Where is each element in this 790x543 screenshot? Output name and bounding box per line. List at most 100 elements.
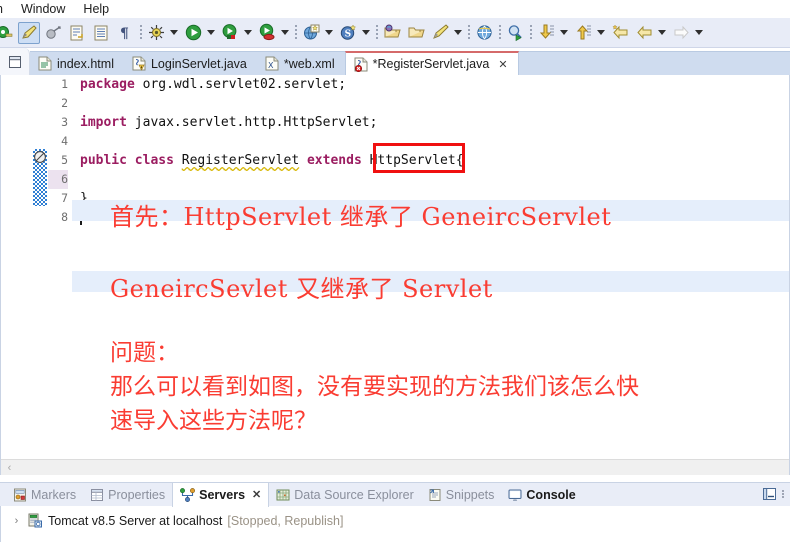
toolbar-group-run [144,18,292,47]
bottom-tab-properties[interactable]: Properties [83,483,172,507]
open-folder-icon[interactable] [405,22,427,44]
editor-tab-index-html[interactable]: index.html [30,52,124,75]
server-state: [Stopped, Republish] [227,513,344,528]
error-marker-icon[interactable] [33,150,47,164]
annotation-line-3: 问题： [110,340,179,366]
arrow-left-star-icon[interactable] [609,22,631,44]
bottom-tab-close-icon[interactable]: ✕ [252,488,261,501]
run-as-server-dropdown-arrow[interactable] [242,22,253,44]
new-web-project-dropdown-arrow[interactable] [323,22,334,44]
snippets-icon [429,488,441,501]
server-tree-row[interactable]: › Tomcat v8.5 Server at localhost [Stopp… [11,513,343,528]
line-number: 1 [61,77,68,91]
bottom-tab-markers[interactable]: Markers [6,483,83,507]
editor-tab-label: *web.xml [283,56,335,71]
minimize-button[interactable] [762,487,777,504]
code-editor: 1 2 3 4 5 6 7 8 package org.wdl.servlet0… [0,75,790,475]
run-icon[interactable] [182,22,204,44]
editor-tab-web-xml[interactable]: X *web.xml [256,52,345,75]
back-icon[interactable] [633,22,655,44]
bottom-tab-snippets[interactable]: Snippets [421,483,502,507]
menu-item-window[interactable]: Window [12,0,74,18]
annotation-line-1: 首先：HttpServlet 继承了 GeneircServlet [110,203,612,231]
toolbar-separator-3 [373,22,380,44]
debug-icon[interactable] [145,22,167,44]
toolbar-group-editor: ¶ [0,18,137,47]
forward-dropdown-arrow[interactable] [693,22,704,44]
servers-tree[interactable]: › Tomcat v8.5 Server at localhost [Stopp… [0,506,790,542]
open-browser-icon[interactable] [473,22,495,44]
editor-horizontal-scrollbar[interactable]: ‹ [1,459,789,475]
open-package-icon[interactable] [381,22,403,44]
restore-icon [8,55,21,68]
data-source-icon [276,489,290,500]
editor-tab-label: LoginServlet.java [150,56,247,71]
run-dropdown-arrow[interactable] [205,22,216,44]
next-edit-dropdown-arrow[interactable] [595,22,606,44]
new-web-project-icon[interactable] [300,22,322,44]
code-line: package org.wdl.servlet02.servlet; [80,77,347,92]
bottom-tab-label: Servers [199,487,246,502]
editor-tab-close-icon[interactable]: ✕ [498,58,507,71]
run-as-server-icon[interactable] [219,22,241,44]
annotation-line-5: 速导入这些方法呢？ [110,408,317,434]
toggle-block-selection-icon[interactable] [90,22,112,44]
bottom-tab-label: Properties [108,487,166,502]
view-menu-button[interactable] [780,487,786,504]
line-number-ruler: 1 2 3 4 5 6 7 8 [48,75,72,475]
console-icon [508,489,522,501]
bottom-tab-console[interactable]: Console [501,483,582,507]
editor-left-margin [1,75,32,475]
show-whitespace-icon[interactable]: ¶ [114,22,136,44]
restore-view-button[interactable] [0,48,30,75]
annotation-ruler[interactable] [32,75,48,475]
new-java-class-dropdown-arrow[interactable] [452,22,463,44]
toolbar-separator-5 [496,22,503,44]
line-number: 7 [61,191,68,205]
new-spring-icon[interactable]: S [337,22,359,44]
markers-icon [14,488,26,501]
menu-item-help[interactable]: Help [74,0,118,18]
bottom-tab-label: Data Source Explorer [294,487,414,502]
search-icon[interactable] [504,22,526,44]
debug-dropdown-arrow[interactable] [168,22,179,44]
svg-text:¶: ¶ [120,26,129,42]
new-spring-dropdown-arrow[interactable] [360,22,371,44]
line-number: 3 [61,115,68,129]
bottom-view-panel: Markers Properties Servers ✕ Data Source… [0,481,790,543]
annotation-line-2: GeneircSevlet 又继承了 Servlet [110,275,493,303]
bottom-tab-servers[interactable]: Servers ✕ [172,481,270,507]
edit-highlight-icon[interactable] [18,21,40,44]
bottom-tab-label: Snippets [445,487,495,502]
run-coverage-icon[interactable] [256,22,278,44]
back-dropdown-arrow[interactable] [656,22,667,44]
skip-breakpoints-icon[interactable] [42,22,64,44]
scrollbar-thumb[interactable] [18,461,789,474]
toolbar-separator-4 [465,22,472,44]
previous-edit-dropdown-arrow[interactable] [558,22,569,44]
menu-item-clipped[interactable]: n [0,0,12,18]
svg-text:S: S [344,30,351,40]
bottom-tab-data-source-explorer[interactable]: Data Source Explorer [269,483,421,507]
editor-tab-registerservlet-java[interactable]: *RegisterServlet.java ✕ [344,51,519,75]
editor-tabs: index.html LoginServlet.java X *web.xml [30,51,790,75]
next-edit-icon[interactable] [572,22,594,44]
previous-edit-icon[interactable] [535,22,557,44]
scroll-left-button[interactable]: ‹ [1,460,18,476]
next-annotation-icon[interactable] [66,22,88,44]
tree-expand-twisty[interactable]: › [11,515,22,527]
code-area[interactable]: package org.wdl.servlet02.servlet; impor… [72,75,789,475]
toolbar-group-browser [472,18,496,47]
toolbar-group-open [380,18,465,47]
new-wizard-icon[interactable] [0,22,16,44]
toolbar-separator-6 [527,22,534,44]
run-coverage-dropdown-arrow[interactable] [279,22,290,44]
forward-icon[interactable] [670,22,692,44]
code-line: import javax.servlet.http.HttpServlet; [80,115,378,130]
editor-tab-loginservlet-java[interactable]: LoginServlet.java [123,52,257,75]
bottom-tab-label: Markers [31,487,77,502]
toolbar-group-new: S [299,18,373,47]
line-number: 2 [61,96,68,110]
new-java-class-icon[interactable] [429,22,451,44]
